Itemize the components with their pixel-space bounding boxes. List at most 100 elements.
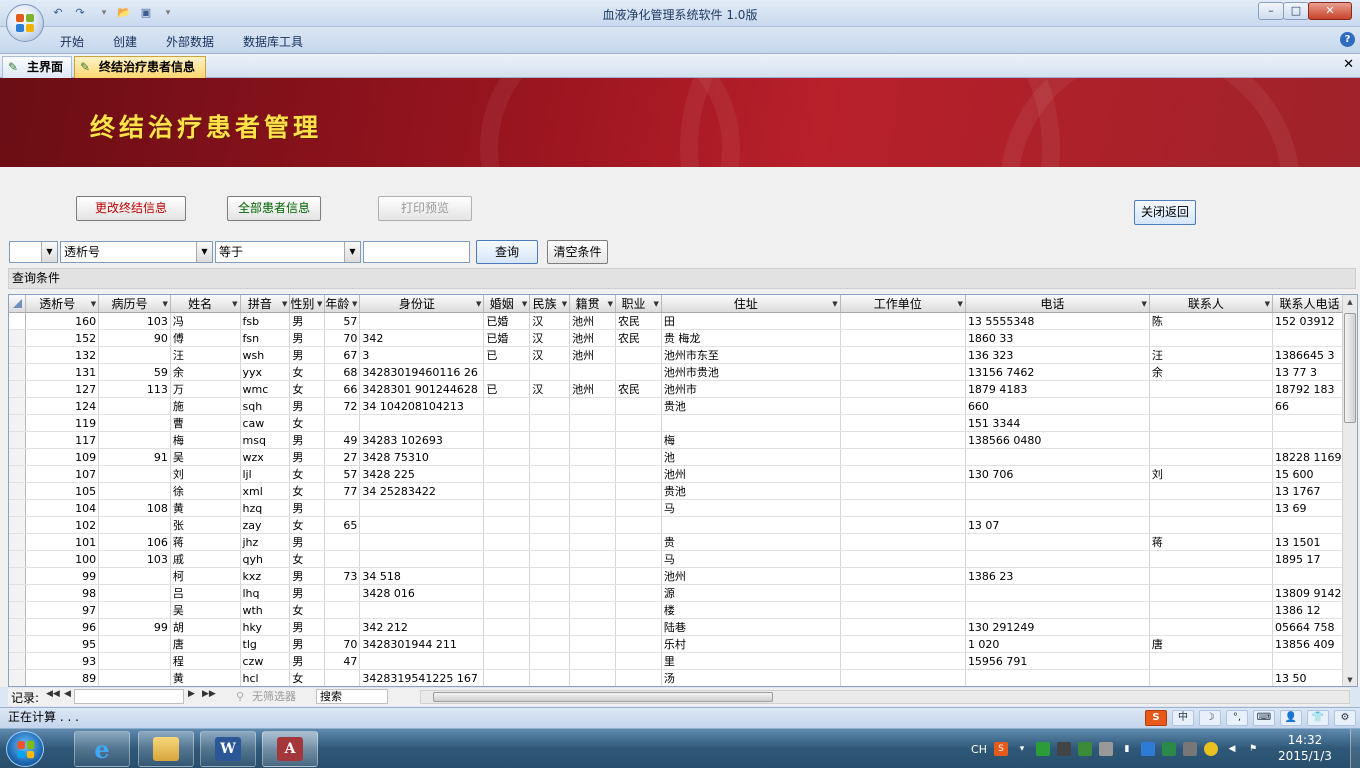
clock[interactable]: 14:32 2015/1/3 <box>1264 732 1346 764</box>
table-cell[interactable] <box>569 499 617 517</box>
table-cell[interactable]: 130 706 <box>965 465 1150 483</box>
table-cell[interactable]: 已 <box>483 380 531 398</box>
tab-main-screen[interactable]: ✎ 主界面 <box>2 56 72 78</box>
battery-icon[interactable] <box>1036 742 1050 756</box>
table-cell[interactable]: 池州市东至 <box>661 346 841 364</box>
table-cell[interactable] <box>98 601 171 619</box>
table-cell[interactable] <box>615 652 662 670</box>
table-cell[interactable]: 15956 791 <box>965 652 1150 670</box>
table-cell[interactable]: 陆巷 <box>661 618 841 636</box>
table-cell[interactable]: 103 <box>98 312 171 330</box>
table-cell[interactable] <box>840 448 966 466</box>
table-cell[interactable]: 里 <box>661 652 841 670</box>
table-cell[interactable]: 渭 <box>661 687 840 688</box>
security-shield-icon[interactable] <box>1162 742 1176 756</box>
table-cell[interactable]: 13 5555348 <box>965 312 1150 330</box>
table-cell[interactable] <box>840 482 966 500</box>
table-cell[interactable] <box>360 687 484 688</box>
table-cell[interactable] <box>569 601 617 619</box>
table-cell[interactable]: msq <box>240 431 291 449</box>
row-selector[interactable] <box>9 584 27 602</box>
table-cell[interactable]: 100 <box>25 550 100 568</box>
table-cell[interactable]: 70 <box>324 635 361 653</box>
clear-conditions-button[interactable]: 清空条件 <box>547 240 608 264</box>
row-selector[interactable] <box>9 567 27 585</box>
table-cell[interactable]: 已婚 <box>483 329 531 347</box>
table-cell[interactable] <box>359 499 485 517</box>
table-cell[interactable]: 152 <box>25 329 100 347</box>
table-cell[interactable]: 楼 <box>661 601 841 619</box>
taskbar-word[interactable]: W <box>200 731 256 767</box>
table-cell[interactable]: 胡 <box>170 618 241 636</box>
table-cell[interactable] <box>1149 380 1274 398</box>
table-cell[interactable]: 汪 <box>1149 346 1274 364</box>
table-cell[interactable]: 女 <box>289 601 326 619</box>
table-cell[interactable]: wsh <box>240 346 291 364</box>
row-selector[interactable] <box>9 431 27 449</box>
table-cell[interactable]: 冯 <box>170 312 241 330</box>
table-cell[interactable]: ljl <box>240 465 291 483</box>
table-cell[interactable]: 梅 <box>661 431 841 449</box>
table-row[interactable]: 96 99 胡 hky 男 342 212 陆巷 130 291249 05664 758 <box>9 618 1357 636</box>
table-cell[interactable] <box>325 687 360 688</box>
table-cell[interactable]: 342 <box>359 329 485 347</box>
table-cell[interactable] <box>529 397 571 415</box>
scroll-thumb[interactable] <box>433 692 773 702</box>
table-cell[interactable] <box>324 601 361 619</box>
scroll-down-icon[interactable]: ▼ <box>1343 673 1357 686</box>
table-cell[interactable] <box>965 448 1150 466</box>
chevron-down-icon[interactable]: ▼ <box>196 242 212 262</box>
query-value-input[interactable] <box>363 241 470 263</box>
table-cell[interactable]: 101 <box>25 533 100 551</box>
table-cell[interactable]: xml <box>240 482 291 500</box>
table-cell[interactable] <box>483 448 531 466</box>
table-cell[interactable]: 66 <box>324 380 361 398</box>
table-row[interactable]: 104 108 黄 hzq 男马 13 69 <box>9 499 1357 517</box>
table-cell[interactable] <box>840 652 966 670</box>
scroll-thumb[interactable] <box>1344 313 1356 423</box>
update-icon[interactable] <box>1204 742 1218 756</box>
table-cell[interactable] <box>569 516 617 534</box>
table-cell[interactable] <box>98 584 171 602</box>
table-row[interactable]: 95 唐 tlg 男 70 3428301944 211 乐村 1 020 唐 13856 409 <box>9 635 1357 653</box>
table-cell[interactable]: 151 3344 <box>965 414 1150 432</box>
sort-dropdown-icon[interactable]: ▼ <box>352 300 357 308</box>
prev-record-icon[interactable]: ◀ <box>64 689 71 699</box>
table-cell[interactable]: 88 <box>26 687 99 688</box>
table-cell[interactable] <box>1149 687 1272 688</box>
table-cell[interactable]: hky <box>240 618 291 636</box>
table-cell[interactable]: 余 <box>170 363 241 381</box>
table-cell[interactable] <box>615 669 662 686</box>
table-cell[interactable]: 1879 4183 <box>965 380 1150 398</box>
table-cell[interactable] <box>1149 414 1274 432</box>
ime-moon-icon[interactable]: ☽ <box>1199 710 1221 726</box>
table-cell[interactable] <box>324 414 361 432</box>
table-cell[interactable]: 贵池 <box>661 397 841 415</box>
column-header[interactable]: 身份证 ▼ <box>359 295 485 313</box>
chevron-down-icon[interactable]: ▼ <box>344 242 360 262</box>
table-cell[interactable] <box>529 652 571 670</box>
table-cell[interactable]: hzq <box>240 499 291 517</box>
row-selector[interactable] <box>9 533 27 551</box>
scroll-up-icon[interactable]: ▲ <box>1343 295 1357 310</box>
usb-device-icon[interactable] <box>1183 742 1197 756</box>
taskbar-explorer[interactable] <box>138 731 194 767</box>
table-cell[interactable]: 138566 0480 <box>965 431 1150 449</box>
table-cell[interactable]: 黄 <box>170 669 241 686</box>
sort-dropdown-icon[interactable]: ▼ <box>317 300 322 308</box>
column-header[interactable]: 性别 ▼ <box>289 295 326 313</box>
table-cell[interactable]: 73 <box>324 567 361 585</box>
table-cell[interactable] <box>661 414 841 432</box>
flag-icon[interactable]: ⚑ <box>1246 742 1260 756</box>
sort-dropdown-icon[interactable]: ▼ <box>654 300 659 308</box>
table-cell[interactable]: 男 <box>289 312 326 330</box>
table-cell[interactable]: 女 <box>289 482 326 500</box>
table-cell[interactable]: 池州市 <box>661 380 841 398</box>
sort-dropdown-icon[interactable]: ▼ <box>958 300 963 308</box>
table-cell[interactable]: 男 <box>289 533 326 551</box>
table-cell[interactable] <box>1149 584 1274 602</box>
table-cell[interactable]: 132 <box>25 346 100 364</box>
table-cell[interactable] <box>569 669 617 686</box>
column-header[interactable]: 住址 ▼ <box>661 295 841 313</box>
table-cell[interactable]: 余 <box>1149 363 1274 381</box>
